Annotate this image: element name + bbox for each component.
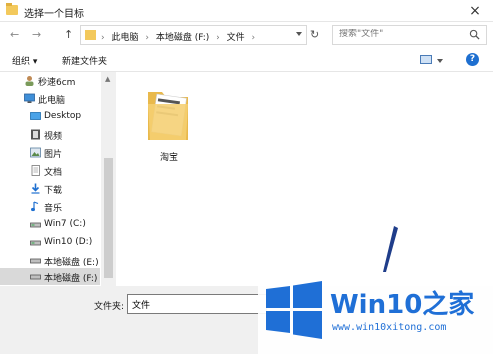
search-input[interactable] xyxy=(339,29,459,39)
help-icon[interactable]: ? xyxy=(466,53,479,66)
up-button[interactable]: ↑ xyxy=(64,28,73,41)
sidebar-item-drive-d[interactable]: Win10 (D:) xyxy=(0,234,100,251)
watermark-url: www.win10xitong.com xyxy=(332,322,447,333)
drive-icon xyxy=(30,222,41,228)
folder-icon xyxy=(85,30,96,40)
sidebar-item-label: Desktop xyxy=(44,111,82,121)
picture-icon xyxy=(30,147,41,158)
organize-button[interactable]: 组织 ▾ xyxy=(12,54,37,67)
user-icon xyxy=(25,76,34,86)
sidebar-item-label: 下载 xyxy=(44,186,63,196)
sidebar-item-label: 本地磁盘 (F:) xyxy=(44,274,98,284)
breadcrumb-separator: › xyxy=(216,33,220,43)
folder-name-label: 文件夹: xyxy=(94,302,125,312)
breadcrumb-separator: › xyxy=(251,33,256,43)
forward-button[interactable]: → xyxy=(32,28,41,41)
sidebar-item-label: Win7 (C:) xyxy=(44,219,86,229)
sidebar-item-downloads[interactable]: 下载 xyxy=(0,180,100,197)
folder-label: 淘宝 xyxy=(159,153,178,163)
search-box[interactable] xyxy=(332,25,487,45)
sidebar-item-label: 视频 xyxy=(44,132,63,142)
nav-pane-scrollbar[interactable]: ▲ xyxy=(101,72,116,286)
sidebar-item-drive-e[interactable]: 本地磁盘 (E:) xyxy=(0,252,100,269)
sidebar-item-label: 本地磁盘 (E:) xyxy=(44,258,99,268)
folder-icon xyxy=(6,3,18,15)
sidebar-item-documents[interactable]: 文档 xyxy=(0,162,100,179)
folder-name-input[interactable] xyxy=(127,294,267,314)
sidebar-item-label: 音乐 xyxy=(44,204,63,214)
computer-icon xyxy=(24,93,35,103)
command-bar: 组织 ▾ 新建文件夹 ? xyxy=(0,48,493,72)
breadcrumb-separator: › xyxy=(145,33,149,43)
address-bar[interactable]: › 此电脑 › 本地磁盘 (F:) › 文件 › xyxy=(80,25,307,45)
watermark-title: Win10之家 xyxy=(330,284,474,321)
sidebar-item-drive-c[interactable]: Win7 (C:) xyxy=(0,216,100,233)
new-folder-button[interactable]: 新建文件夹 xyxy=(62,54,107,67)
navigation-pane: 秒速6cm 此电脑 Desktop 视频 图片 文档 下载 音乐 Win7 (C… xyxy=(0,72,116,286)
sidebar-item-this-pc[interactable]: 此电脑 xyxy=(0,90,100,107)
breadcrumb-item-this-pc[interactable]: 此电脑 xyxy=(111,33,138,43)
download-icon xyxy=(31,183,40,194)
sidebar-item-desktop[interactable]: Desktop xyxy=(0,108,100,125)
scrollbar-thumb[interactable] xyxy=(104,158,113,278)
sidebar-item-drive-f[interactable]: 本地磁盘 (F:) xyxy=(0,268,100,285)
sidebar-item-label: 图片 xyxy=(44,150,63,160)
sidebar-item-label: 此电脑 xyxy=(38,96,66,106)
folder-icon xyxy=(148,92,188,140)
sidebar-item-pictures[interactable]: 图片 xyxy=(0,144,100,161)
window-title: 选择一个目标 xyxy=(24,9,84,20)
watermark-title-b: 之家 xyxy=(422,290,475,320)
drive-icon xyxy=(30,258,41,264)
sidebar-item-user[interactable]: 秒速6cm xyxy=(0,72,100,89)
drive-icon xyxy=(30,240,41,246)
watermark-title-a: Win10 xyxy=(330,290,423,320)
title-bar: 选择一个目标 × xyxy=(0,0,493,22)
document-icon xyxy=(31,165,40,176)
chevron-down-icon xyxy=(296,32,302,36)
sidebar-item-music[interactable]: 音乐 xyxy=(0,198,100,215)
breadcrumb-item-files[interactable]: 文件 xyxy=(227,33,245,43)
drive-icon xyxy=(30,274,41,280)
back-button[interactable]: ← xyxy=(10,28,19,41)
music-icon xyxy=(31,201,39,212)
pen-stroke-decoration xyxy=(383,226,398,272)
desktop-icon xyxy=(30,112,41,120)
folder-item[interactable]: 淘宝 xyxy=(142,82,196,163)
close-button[interactable]: × xyxy=(461,0,489,22)
sidebar-item-video[interactable]: 视频 xyxy=(0,126,100,143)
sidebar-item-label: 文档 xyxy=(44,168,63,178)
breadcrumb-separator: › xyxy=(101,33,105,43)
sidebar-item-label: Win10 (D:) xyxy=(44,237,93,247)
navigation-bar: ← → ↑ › 此电脑 › 本地磁盘 (F:) › 文件 › ↻ xyxy=(0,22,493,48)
scroll-up-icon[interactable]: ▲ xyxy=(105,75,110,83)
breadcrumb: › 此电脑 › 本地磁盘 (F:) › 文件 › xyxy=(101,30,259,43)
breadcrumb-item-drive-f[interactable]: 本地磁盘 (F:) xyxy=(156,33,209,43)
search-icon xyxy=(469,29,480,40)
sidebar-item-label: 秒速6cm xyxy=(38,78,76,88)
refresh-button[interactable]: ↻ xyxy=(310,28,319,41)
video-icon xyxy=(31,129,40,140)
file-list: 淘宝 xyxy=(116,72,493,286)
view-options-icon[interactable] xyxy=(420,55,432,64)
chevron-down-icon[interactable] xyxy=(437,59,443,63)
windows-logo-icon xyxy=(266,281,322,339)
